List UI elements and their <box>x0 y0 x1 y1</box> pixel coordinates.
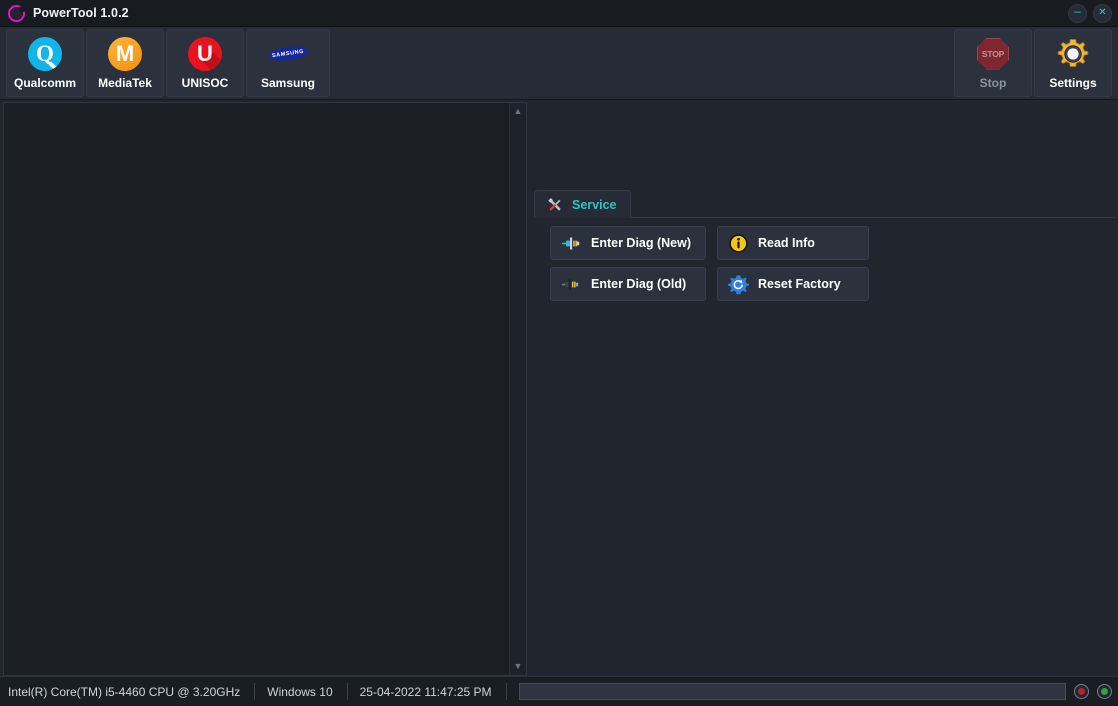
action-button-group: STOP Stop Settings <box>954 29 1112 97</box>
reset-factory-label: Reset Factory <box>758 277 841 291</box>
enter-diag-new-button[interactable]: Enter Diag (New) <box>550 226 706 260</box>
toolbar-button-qualcomm[interactable]: Q Qualcomm <box>6 29 84 97</box>
chevron-up-icon[interactable]: ▲ <box>514 107 523 116</box>
mediatek-glyph: M <box>108 36 142 71</box>
info-circle-icon <box>728 233 749 254</box>
samsung-logo-icon: SAMSUNG <box>266 37 310 71</box>
service-button-grid: Enter Diag (New) Read Info Enter Diag (O… <box>550 226 869 301</box>
reset-factory-button[interactable]: Reset Factory <box>717 267 869 301</box>
app-logo-icon <box>8 4 27 22</box>
status-os: Windows 10 <box>267 684 333 699</box>
qualcomm-glyph: Q <box>28 36 62 71</box>
powertool-window: PowerTool 1.0.2 – ✕ Q Qualcomm M MediaTe… <box>0 0 1118 706</box>
toolbar-label-stop: Stop <box>979 75 1007 90</box>
toolbar-button-mediatek[interactable]: M MediaTek <box>86 29 164 97</box>
unisoc-logo-icon: U <box>188 36 222 71</box>
enter-diag-old-label: Enter Diag (Old) <box>591 277 687 291</box>
read-info-button[interactable]: Read Info <box>717 226 869 260</box>
toolbar-label-unisoc: UNISOC <box>181 75 229 90</box>
stop-glyph: STOP <box>977 37 1009 70</box>
samsung-wordmark: SAMSUNG <box>267 44 309 63</box>
log-panel: ▲ ▼ <box>3 102 527 676</box>
progress-bar <box>518 683 1066 700</box>
service-panel: Service Enter Diag (New) Read Info Enter… <box>530 102 1116 676</box>
platform-button-group: Q Qualcomm M MediaTek U UNISOC SAMSUNG S… <box>6 29 330 97</box>
status-datetime: 25-04-2022 11:47:25 PM <box>359 684 492 699</box>
minimize-button[interactable]: – <box>1068 3 1087 23</box>
status-divider <box>505 683 507 700</box>
connector-old-icon <box>561 274 582 295</box>
log-output[interactable] <box>4 103 509 675</box>
status-divider <box>346 683 348 700</box>
main-toolbar: Q Qualcomm M MediaTek U UNISOC SAMSUNG S… <box>0 27 1118 100</box>
unisoc-glyph: U <box>188 36 222 71</box>
toolbar-button-samsung[interactable]: SAMSUNG Samsung <box>246 29 330 97</box>
enter-diag-new-label: Enter Diag (New) <box>591 236 692 250</box>
window-controls: – ✕ <box>1068 3 1112 23</box>
gear-icon <box>1056 37 1090 71</box>
qualcomm-logo-icon: Q <box>28 36 62 71</box>
stop-octagon-icon: STOP <box>976 37 1010 71</box>
mediatek-logo-icon: M <box>108 36 142 71</box>
status-bar: Intel(R) Core(TM) i5-4460 CPU @ 3.20GHz … <box>0 676 1118 706</box>
status-led-red <box>1074 684 1089 699</box>
tab-service[interactable]: Service <box>534 190 632 218</box>
tab-label-service: Service <box>572 197 617 212</box>
toolbar-button-stop[interactable]: STOP Stop <box>954 29 1032 97</box>
read-info-label: Read Info <box>758 236 815 250</box>
chevron-down-icon[interactable]: ▼ <box>514 662 523 671</box>
window-title: PowerTool 1.0.2 <box>33 6 129 20</box>
status-led-green <box>1097 684 1112 699</box>
close-button[interactable]: ✕ <box>1093 3 1112 23</box>
connector-new-icon <box>561 233 582 254</box>
title-bar: PowerTool 1.0.2 – ✕ <box>0 0 1118 27</box>
toolbar-label-samsung: Samsung <box>260 75 315 90</box>
toolbar-label-settings: Settings <box>1049 75 1097 90</box>
service-tabstrip: Service <box>534 190 1116 218</box>
enter-diag-old-button[interactable]: Enter Diag (Old) <box>550 267 706 301</box>
status-cpu: Intel(R) Core(TM) i5-4460 CPU @ 3.20GHz <box>8 684 241 699</box>
status-divider <box>254 683 256 700</box>
toolbar-label-qualcomm: Qualcomm <box>13 75 76 90</box>
toolbar-label-mediatek: MediaTek <box>98 75 152 90</box>
gear-refresh-icon <box>728 274 749 295</box>
log-scrollbar[interactable]: ▲ ▼ <box>509 103 526 675</box>
main-content: ▲ ▼ Service Enter Diag (New) Read Info E… <box>0 100 1118 676</box>
tools-icon <box>545 195 565 215</box>
toolbar-button-unisoc[interactable]: U UNISOC <box>166 29 244 97</box>
toolbar-button-settings[interactable]: Settings <box>1034 29 1112 97</box>
